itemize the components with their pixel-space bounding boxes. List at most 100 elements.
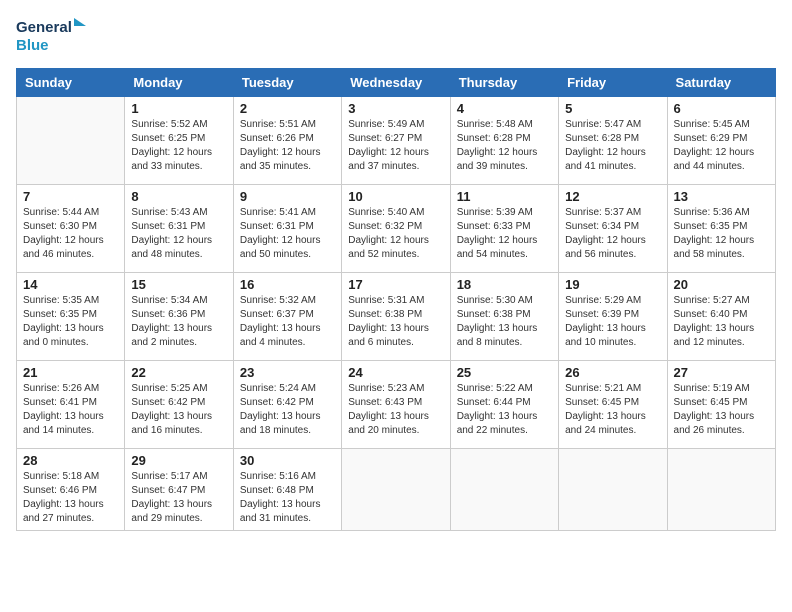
- day-number: 29: [131, 453, 226, 468]
- day-number: 5: [565, 101, 660, 116]
- calendar-cell: 12 Sunrise: 5:37 AM Sunset: 6:34 PM Dayli…: [559, 185, 667, 273]
- day-number: 26: [565, 365, 660, 380]
- calendar-cell: 2 Sunrise: 5:51 AM Sunset: 6:26 PM Daylig…: [233, 97, 341, 185]
- day-info: Sunrise: 5:19 AM Sunset: 6:45 PM Dayligh…: [674, 382, 769, 438]
- calendar-cell: 16 Sunrise: 5:32 AM Sunset: 6:37 PM Dayli…: [233, 273, 341, 361]
- day-info: Sunrise: 5:39 AM Sunset: 6:33 PM Dayligh…: [457, 206, 552, 262]
- logo-svg: General Blue: [16, 16, 86, 56]
- day-info: Sunrise: 5:51 AM Sunset: 6:26 PM Dayligh…: [240, 118, 335, 174]
- day-info: Sunrise: 5:24 AM Sunset: 6:42 PM Dayligh…: [240, 382, 335, 438]
- calendar-cell: [450, 449, 558, 531]
- day-number: 27: [674, 365, 769, 380]
- calendar-cell: 28 Sunrise: 5:18 AM Sunset: 6:46 PM Dayli…: [17, 449, 125, 531]
- day-info: Sunrise: 5:35 AM Sunset: 6:35 PM Dayligh…: [23, 294, 118, 350]
- day-info: Sunrise: 5:41 AM Sunset: 6:31 PM Dayligh…: [240, 206, 335, 262]
- day-number: 6: [674, 101, 769, 116]
- calendar-cell: 6Sunrise: 5:45 AM Sunset: 6:29 PM Daylig…: [667, 97, 775, 185]
- calendar-cell: 20Sunrise: 5:27 AM Sunset: 6:40 PM Dayli…: [667, 273, 775, 361]
- calendar-cell: 17 Sunrise: 5:31 AM Sunset: 6:38 PM Dayli…: [342, 273, 450, 361]
- day-number: 10: [348, 189, 443, 204]
- calendar-cell: 5 Sunrise: 5:47 AM Sunset: 6:28 PM Daylig…: [559, 97, 667, 185]
- calendar-cell: 26 Sunrise: 5:21 AM Sunset: 6:45 PM Dayli…: [559, 361, 667, 449]
- day-info: Sunrise: 5:47 AM Sunset: 6:28 PM Dayligh…: [565, 118, 660, 174]
- calendar-cell: 1Sunrise: 5:52 AM Sunset: 6:25 PM Daylig…: [125, 97, 233, 185]
- day-info: Sunrise: 5:32 AM Sunset: 6:37 PM Dayligh…: [240, 294, 335, 350]
- calendar-cell: 30Sunrise: 5:16 AM Sunset: 6:48 PM Dayli…: [233, 449, 341, 531]
- calendar-cell: [559, 449, 667, 531]
- day-info: Sunrise: 5:21 AM Sunset: 6:45 PM Dayligh…: [565, 382, 660, 438]
- week-row-4: 21 Sunrise: 5:26 AM Sunset: 6:41 PM Dayli…: [17, 361, 776, 449]
- day-number: 2: [240, 101, 335, 116]
- day-info: Sunrise: 5:29 AM Sunset: 6:39 PM Dayligh…: [565, 294, 660, 350]
- day-info: Sunrise: 5:18 AM Sunset: 6:46 PM Dayligh…: [23, 470, 118, 526]
- day-info: Sunrise: 5:27 AM Sunset: 6:40 PM Dayligh…: [674, 294, 769, 350]
- calendar-cell: [667, 449, 775, 531]
- col-header-sunday: Sunday: [17, 69, 125, 97]
- day-number: 7: [23, 189, 118, 204]
- calendar-cell: 10 Sunrise: 5:40 AM Sunset: 6:32 PM Dayli…: [342, 185, 450, 273]
- day-number: 19: [565, 277, 660, 292]
- day-info: Sunrise: 5:40 AM Sunset: 6:32 PM Dayligh…: [348, 206, 443, 262]
- day-number: 14: [23, 277, 118, 292]
- day-number: 15: [131, 277, 226, 292]
- day-info: Sunrise: 5:25 AM Sunset: 6:42 PM Dayligh…: [131, 382, 226, 438]
- day-info: Sunrise: 5:43 AM Sunset: 6:31 PM Dayligh…: [131, 206, 226, 262]
- page-header: General Blue: [16, 16, 776, 56]
- calendar-cell: 14 Sunrise: 5:35 AM Sunset: 6:35 PM Dayli…: [17, 273, 125, 361]
- day-info: Sunrise: 5:37 AM Sunset: 6:34 PM Dayligh…: [565, 206, 660, 262]
- calendar-cell: 15 Sunrise: 5:34 AM Sunset: 6:36 PM Dayli…: [125, 273, 233, 361]
- calendar-cell: [17, 97, 125, 185]
- day-info: Sunrise: 5:17 AM Sunset: 6:47 PM Dayligh…: [131, 470, 226, 526]
- day-info: Sunrise: 5:23 AM Sunset: 6:43 PM Dayligh…: [348, 382, 443, 438]
- day-number: 18: [457, 277, 552, 292]
- day-number: 22: [131, 365, 226, 380]
- day-number: 23: [240, 365, 335, 380]
- calendar-cell: 21 Sunrise: 5:26 AM Sunset: 6:41 PM Dayli…: [17, 361, 125, 449]
- day-number: 24: [348, 365, 443, 380]
- day-info: Sunrise: 5:26 AM Sunset: 6:41 PM Dayligh…: [23, 382, 118, 438]
- day-info: Sunrise: 5:36 AM Sunset: 6:35 PM Dayligh…: [674, 206, 769, 262]
- day-number: 17: [348, 277, 443, 292]
- week-row-3: 14 Sunrise: 5:35 AM Sunset: 6:35 PM Dayli…: [17, 273, 776, 361]
- header-row: SundayMondayTuesdayWednesdayThursdayFrid…: [17, 69, 776, 97]
- day-number: 9: [240, 189, 335, 204]
- calendar-cell: 9 Sunrise: 5:41 AM Sunset: 6:31 PM Daylig…: [233, 185, 341, 273]
- calendar-cell: [342, 449, 450, 531]
- logo: General Blue: [16, 16, 86, 56]
- day-number: 16: [240, 277, 335, 292]
- day-number: 30: [240, 453, 335, 468]
- day-info: Sunrise: 5:22 AM Sunset: 6:44 PM Dayligh…: [457, 382, 552, 438]
- calendar-cell: 7 Sunrise: 5:44 AM Sunset: 6:30 PM Daylig…: [17, 185, 125, 273]
- col-header-wednesday: Wednesday: [342, 69, 450, 97]
- calendar-cell: 25Sunrise: 5:22 AM Sunset: 6:44 PM Dayli…: [450, 361, 558, 449]
- calendar-cell: 8 Sunrise: 5:43 AM Sunset: 6:31 PM Daylig…: [125, 185, 233, 273]
- col-header-friday: Friday: [559, 69, 667, 97]
- calendar-cell: 29 Sunrise: 5:17 AM Sunset: 6:47 PM Dayli…: [125, 449, 233, 531]
- week-row-2: 7 Sunrise: 5:44 AM Sunset: 6:30 PM Daylig…: [17, 185, 776, 273]
- day-number: 12: [565, 189, 660, 204]
- calendar-cell: 24 Sunrise: 5:23 AM Sunset: 6:43 PM Dayli…: [342, 361, 450, 449]
- svg-text:Blue: Blue: [16, 37, 49, 54]
- day-info: Sunrise: 5:44 AM Sunset: 6:30 PM Dayligh…: [23, 206, 118, 262]
- svg-text:General: General: [16, 19, 72, 36]
- day-number: 3: [348, 101, 443, 116]
- calendar-cell: 11 Sunrise: 5:39 AM Sunset: 6:33 PM Dayli…: [450, 185, 558, 273]
- day-info: Sunrise: 5:48 AM Sunset: 6:28 PM Dayligh…: [457, 118, 552, 174]
- week-row-5: 28 Sunrise: 5:18 AM Sunset: 6:46 PM Dayli…: [17, 449, 776, 531]
- day-info: Sunrise: 5:31 AM Sunset: 6:38 PM Dayligh…: [348, 294, 443, 350]
- day-number: 21: [23, 365, 118, 380]
- calendar-cell: 22 Sunrise: 5:25 AM Sunset: 6:42 PM Dayli…: [125, 361, 233, 449]
- col-header-saturday: Saturday: [667, 69, 775, 97]
- day-number: 11: [457, 189, 552, 204]
- day-number: 1: [131, 101, 226, 116]
- col-header-tuesday: Tuesday: [233, 69, 341, 97]
- day-number: 13: [674, 189, 769, 204]
- calendar-cell: 27 Sunrise: 5:19 AM Sunset: 6:45 PM Dayli…: [667, 361, 775, 449]
- calendar-cell: 23 Sunrise: 5:24 AM Sunset: 6:42 PM Dayli…: [233, 361, 341, 449]
- day-number: 28: [23, 453, 118, 468]
- day-info: Sunrise: 5:34 AM Sunset: 6:36 PM Dayligh…: [131, 294, 226, 350]
- day-info: Sunrise: 5:30 AM Sunset: 6:38 PM Dayligh…: [457, 294, 552, 350]
- col-header-thursday: Thursday: [450, 69, 558, 97]
- calendar-table: SundayMondayTuesdayWednesdayThursdayFrid…: [16, 68, 776, 531]
- day-number: 8: [131, 189, 226, 204]
